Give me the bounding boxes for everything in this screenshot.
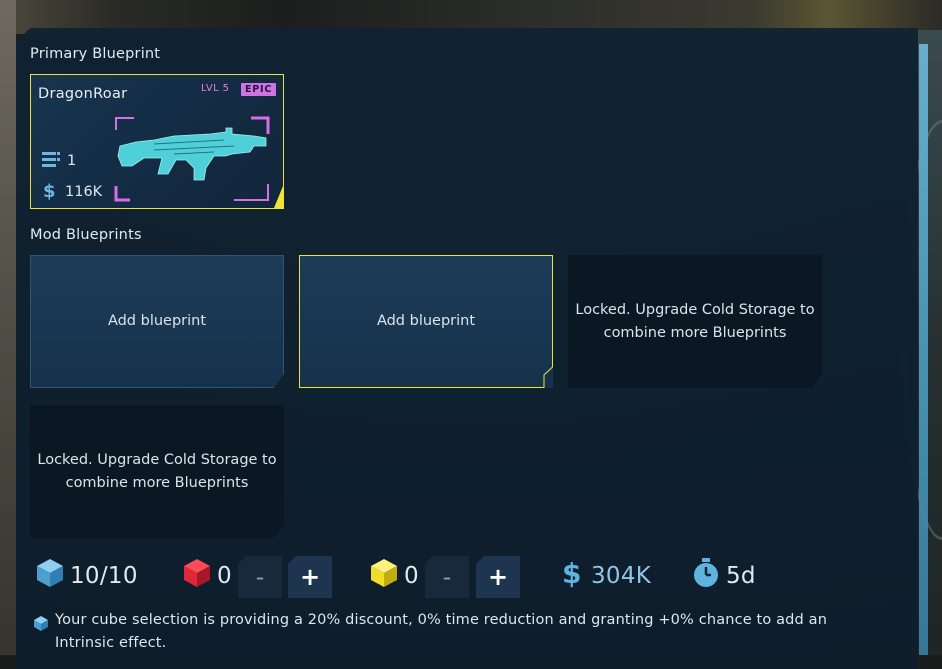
blueprint-count: 1 [41,149,76,173]
blue-cube-icon [36,558,64,594]
yellow-cube-counter: 0 [370,558,419,594]
red-cube-increment-button[interactable]: + [288,556,332,598]
credits-icon: $ [41,180,59,204]
svg-text:$: $ [562,557,582,589]
combine-time-value: 5d [726,563,756,589]
cube-selection-summary: Your cube selection is providing a 20% d… [55,612,828,651]
locked-slot-message: Locked. Upgrade Cold Storage to combine … [37,451,277,491]
assault-rifle-icon [114,116,271,202]
mod-slot-2[interactable]: Add blueprint [299,255,553,388]
mod-slot-4-locked: Locked. Upgrade Cold Storage to combine … [30,405,284,538]
card-corner-accent [274,186,283,208]
blueprint-name: DragonRoar [38,86,128,102]
rarity-badge: EPIC [241,83,277,96]
cube-icon [33,615,49,636]
primary-blueprint-label: Primary Blueprint [30,46,161,62]
blueprint-value-amount: 116K [65,184,103,200]
blue-cube-counter: 10/10 [36,558,138,594]
panel-edge-glow [919,44,928,655]
red-cube-decrement-button[interactable]: - [238,556,282,598]
mod-slot-3-locked: Locked. Upgrade Cold Storage to combine … [568,255,822,388]
combine-time: 5d [692,558,756,594]
blueprint-level: LVL 5 [201,83,230,94]
blueprint-count-value: 1 [67,153,77,169]
blueprint-value: $ 116K [41,180,102,204]
add-blueprint-label: Add blueprint [376,313,476,329]
yellow-cube-increment-button[interactable]: + [476,556,520,598]
stack-icon [41,149,61,173]
red-cube-counter: 0 [183,558,232,594]
add-blueprint-label: Add blueprint [107,313,207,329]
combine-cost-value: 304K [591,563,652,589]
credits-icon: $ [561,557,585,595]
yellow-cube-value: 0 [404,563,419,589]
svg-text:$: $ [43,181,56,200]
locked-slot-message: Locked. Upgrade Cold Storage to combine … [575,301,815,341]
blue-cube-value: 10/10 [70,563,138,589]
yellow-cube-decrement-button[interactable]: - [425,556,469,598]
mod-slot-1[interactable]: Add blueprint [30,255,284,388]
stopwatch-icon [692,557,720,595]
background-wall [0,0,16,669]
primary-blueprint-card[interactable]: DragonRoar LVL 5 EPIC 1 $ 116K [30,74,284,209]
combine-cost: $ 304K [561,557,652,595]
red-cube-value: 0 [217,563,232,589]
mod-blueprints-label: Mod Blueprints [30,227,142,243]
yellow-cube-icon [370,558,398,594]
red-cube-icon [183,558,211,594]
